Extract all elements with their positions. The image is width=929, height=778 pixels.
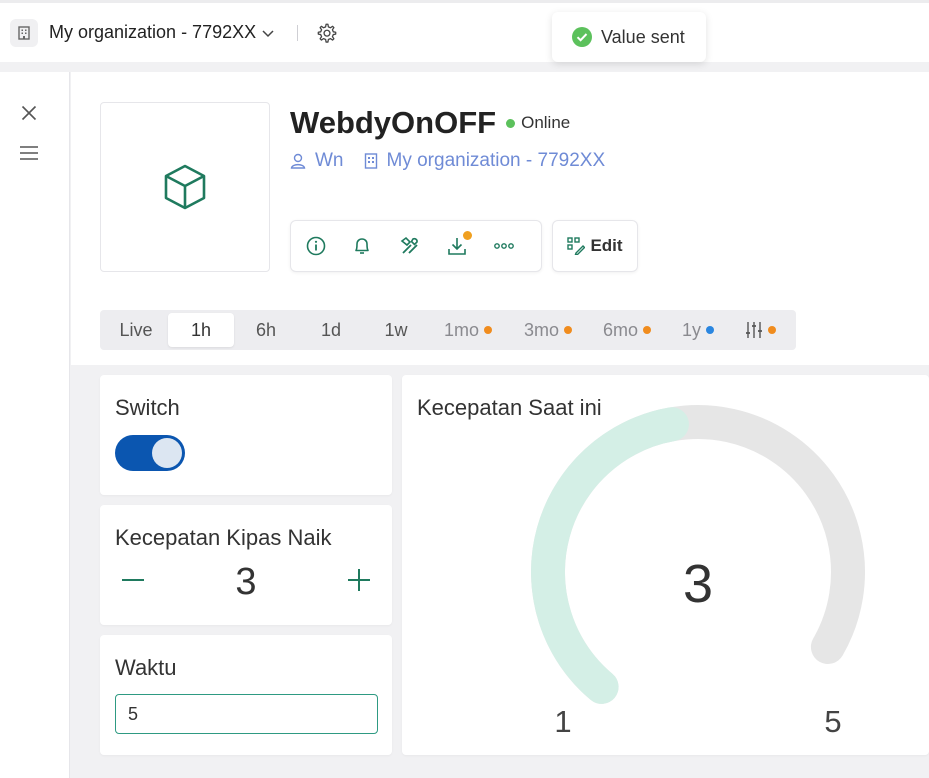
plus-icon[interactable] [346, 567, 372, 593]
notifications-button[interactable] [353, 231, 400, 261]
input-title: Waktu [115, 655, 177, 680]
more-button[interactable] [494, 231, 541, 261]
tab-label: 3mo [523, 319, 559, 340]
tab-6h[interactable]: 6h [234, 313, 298, 347]
status-label: Online [521, 113, 571, 132]
stepper-widget: Kecepatan Kipas Naik 3 [100, 505, 392, 625]
gauge-value: 3 [683, 554, 713, 614]
tab-label: 6h [255, 319, 277, 340]
org-switcher-label[interactable]: My organization - 7792XX [49, 22, 256, 43]
status-badge: Online [506, 113, 570, 133]
gauge-chart: 3 1 5 [531, 405, 865, 739]
switch-toggle[interactable] [115, 435, 185, 471]
widget-grid: Switch Kecepatan Kipas Naik 3 Waktu Kece… [71, 365, 929, 778]
tab-Live[interactable]: Live [104, 313, 168, 347]
device-image [100, 102, 270, 272]
toast-message: Value sent [601, 26, 685, 47]
tab-status-dot [706, 326, 714, 334]
building-icon [364, 153, 377, 169]
gear-icon[interactable] [316, 22, 338, 44]
user-icon [290, 153, 306, 169]
device-name: WebdyOnOFF [290, 105, 497, 140]
device-meta: Wn My organization - 7792XX [290, 150, 625, 172]
tab-status-dot [643, 326, 651, 334]
gauge-fill [531, 407, 689, 704]
tab-1h[interactable]: 1h [168, 313, 234, 347]
stepper-value: 3 [235, 561, 257, 603]
tab-label: Live [119, 319, 153, 340]
divider [297, 24, 299, 41]
action-toolbar [290, 220, 542, 272]
tab-1w[interactable]: 1w [364, 313, 428, 347]
toast-notification: Value sent [552, 12, 706, 62]
gauge-min-label: 1 [554, 704, 571, 739]
device-detail-panel: WebdyOnOFF Online Wn My organization - 7… [71, 72, 929, 778]
gauge-max-label: 5 [824, 704, 841, 739]
switch-knob [152, 438, 182, 468]
tools-icon [400, 236, 418, 254]
info-button[interactable] [306, 231, 353, 261]
tab-1y[interactable]: 1y [666, 313, 730, 347]
switch-widget: Switch [100, 375, 392, 495]
owner-name: Wn [315, 150, 344, 171]
tab-3mo[interactable]: 3mo [508, 313, 588, 347]
tab-label: 1y [681, 319, 701, 340]
org-switcher-icon-box[interactable] [10, 18, 38, 47]
tab-status-dot [564, 326, 572, 334]
edit-label: Edit [590, 236, 623, 255]
top-bar: My organization - 7792XX [0, 0, 929, 62]
tab-6mo[interactable]: 6mo [588, 313, 666, 347]
tab-label: 1w [384, 319, 408, 340]
gauge-widget: Kecepatan Saat ini 3 1 5 [402, 375, 929, 755]
waktu-input[interactable] [115, 694, 378, 734]
cube-icon [164, 164, 206, 210]
filters-dot [767, 326, 776, 334]
tab-label: 6mo [602, 319, 638, 340]
tab-1d[interactable]: 1d [298, 313, 364, 347]
side-rail [0, 72, 70, 778]
filters-button[interactable] [730, 313, 790, 347]
online-dot [506, 118, 516, 128]
more-icon [494, 243, 514, 249]
tab-1mo[interactable]: 1mo [428, 313, 508, 347]
check-circle-icon [572, 27, 592, 47]
edit-button[interactable]: Edit [552, 220, 638, 272]
tab-status-dot [484, 326, 492, 334]
organization-name: My organization - 7792XX [386, 150, 606, 171]
switch-title: Switch [115, 395, 180, 420]
tab-label: 1d [320, 319, 342, 340]
chevron-down-icon[interactable] [261, 26, 275, 40]
menu-icon[interactable] [18, 142, 40, 164]
owner-link[interactable]: Wn [290, 150, 344, 172]
info-icon [306, 236, 326, 256]
download-button[interactable] [447, 231, 494, 261]
building-icon [18, 25, 30, 40]
stepper-title: Kecepatan Kipas Naik [115, 525, 332, 550]
tab-label: 1mo [443, 319, 479, 340]
device-title-row: WebdyOnOFF Online [290, 105, 570, 141]
tab-label: 1h [190, 319, 212, 340]
close-icon[interactable] [18, 102, 40, 124]
edit-icon [567, 237, 586, 255]
organization-link[interactable]: My organization - 7792XX [364, 150, 606, 172]
sliders-icon [745, 322, 762, 338]
time-range-tabs: Live 1h 6h 1d 1w 1mo 3mo 6mo 1y [100, 310, 796, 350]
download-badge-dot [463, 231, 472, 240]
minus-icon[interactable] [120, 567, 146, 593]
tools-button[interactable] [400, 231, 447, 261]
bell-icon [355, 238, 369, 254]
input-widget: Waktu [100, 635, 392, 755]
